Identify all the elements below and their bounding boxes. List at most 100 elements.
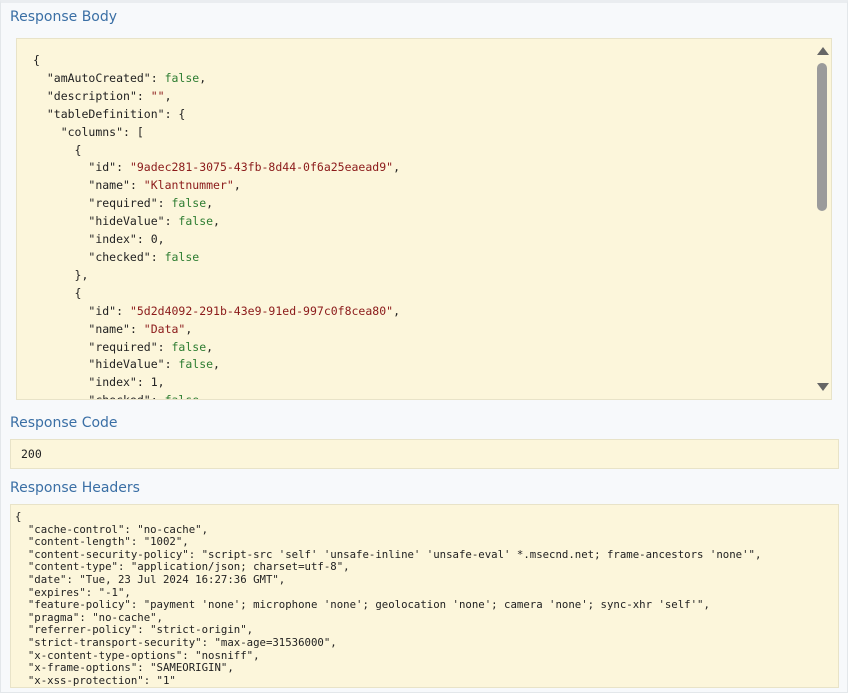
json-line: "required": false, (33, 195, 400, 213)
json-token: { (74, 142, 82, 157)
response-code-value: 200 (21, 447, 42, 461)
response-headers-box: { "cache-control": "no-cache", "content-… (10, 504, 839, 688)
json-line: { (33, 142, 400, 160)
json-token: "name" (88, 321, 130, 336)
json-line: "index": 0, (33, 231, 400, 249)
json-token: , (157, 232, 165, 247)
json-token: : (116, 160, 130, 175)
response-code-title: Response Code (10, 415, 118, 431)
json-token: "checked" (88, 249, 151, 264)
json-token: : (129, 321, 144, 336)
json-token: : (157, 196, 172, 211)
response-code-box: 200 (10, 439, 839, 469)
json-line: "amAutoCreated": false, (33, 70, 400, 88)
response-body-viewer[interactable]: { "amAutoCreated": false, "description":… (16, 38, 832, 400)
json-line: "name": "Klantnummer", (33, 177, 400, 195)
json-token: "hideValue" (88, 214, 165, 229)
json-token: false (178, 357, 214, 372)
json-token: : (164, 214, 179, 229)
json-token: : (150, 249, 165, 264)
json-token: "5d2d4092-291b-43e9-91ed-997c0f8cea80" (129, 303, 394, 318)
json-token: , (233, 178, 241, 193)
json-line: "checked": false (33, 392, 400, 399)
json-token: : { (164, 106, 186, 121)
json-token: , (393, 160, 400, 175)
json-token: "required" (88, 339, 158, 354)
json-token: "description" (46, 88, 137, 103)
json-token: "checked" (88, 393, 150, 399)
response-headers-title: Response Headers (10, 480, 140, 496)
json-token: , (206, 339, 214, 354)
json-token: , (393, 303, 400, 318)
json-token: , (185, 321, 193, 336)
response-body-scrollbar[interactable] (815, 39, 831, 399)
json-token: "amAutoCreated" (46, 70, 151, 85)
json-token: { (74, 285, 82, 300)
json-token: : (164, 357, 179, 372)
json-line: "required": false, (33, 339, 400, 357)
json-token: "id" (88, 160, 117, 175)
json-token: false (171, 339, 207, 354)
response-panel: Response Body { "amAutoCreated": false, … (0, 0, 848, 693)
json-line: { (33, 285, 400, 303)
json-token: false (164, 70, 200, 85)
json-token: "columns" (60, 124, 124, 139)
json-token: , (213, 357, 220, 372)
json-line: "index": 1, (33, 374, 400, 392)
arrow-up-icon[interactable] (817, 47, 829, 55)
json-token: 1 (150, 375, 158, 390)
json-line: "columns": [ (33, 124, 400, 142)
json-token: : (136, 232, 151, 247)
json-token: "index" (88, 232, 137, 247)
json-token: "" (150, 88, 165, 103)
json-token: "Data" (143, 321, 186, 336)
scroll-thumb[interactable] (817, 63, 827, 211)
response-body-json: { "amAutoCreated": false, "description":… (33, 52, 400, 399)
json-token: , (164, 88, 172, 103)
json-line: "hideValue": false, (33, 356, 400, 374)
json-token: : (116, 303, 130, 318)
json-token: "Klantnummer" (143, 178, 234, 193)
json-token: false (165, 393, 200, 399)
arrow-down-icon[interactable] (817, 383, 829, 391)
json-token: false (178, 214, 214, 229)
json-line: }, (33, 267, 400, 285)
json-token: : [ (123, 124, 144, 139)
json-token: }, (74, 267, 89, 282)
json-token: { (33, 53, 40, 67)
json-token: , (206, 196, 214, 211)
json-line: "description": "", (33, 88, 400, 106)
json-token: "hideValue" (88, 357, 165, 372)
json-token: : (151, 393, 165, 399)
json-token: , (213, 214, 220, 229)
json-token: 0 (150, 232, 158, 247)
json-line: "name": "Data", (33, 321, 400, 339)
json-token: "id" (88, 303, 117, 318)
json-token: "tableDefinition" (46, 106, 165, 121)
json-token: : (129, 178, 144, 193)
json-line: { (33, 52, 400, 70)
json-token: : (157, 339, 172, 354)
json-token: , (199, 70, 207, 85)
json-token: : (136, 88, 151, 103)
json-token: "name" (88, 178, 130, 193)
json-line: "id": "9adec281-3075-43fb-8d44-0f6a25eae… (33, 159, 400, 177)
